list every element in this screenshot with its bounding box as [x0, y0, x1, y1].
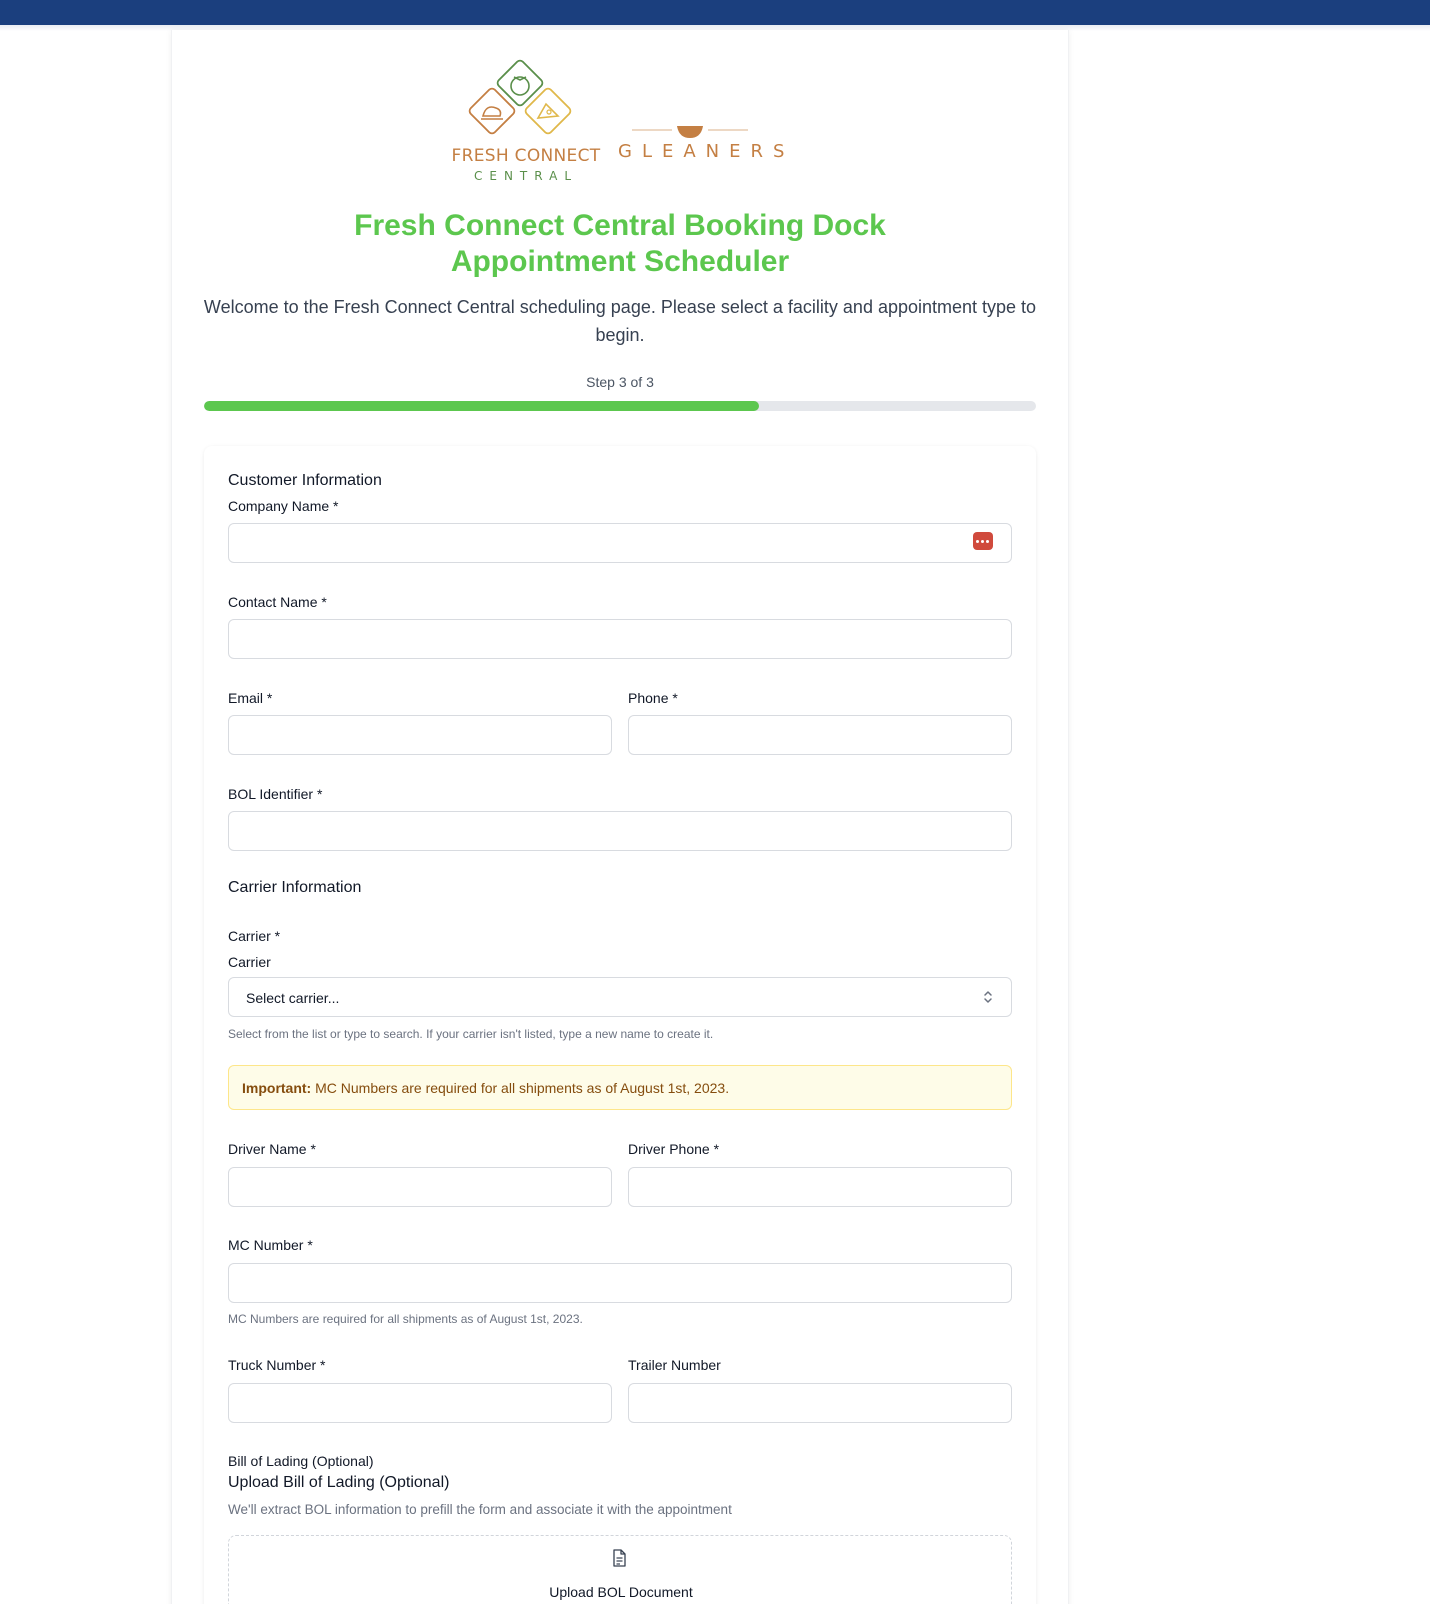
upload-bol-dropzone[interactable]: Upload BOL Document: [228, 1535, 1012, 1604]
carrier-select-value: Select carrier...: [246, 990, 340, 1006]
upload-bol-help-text: We'll extract BOL information to prefill…: [228, 1502, 732, 1517]
email-input[interactable]: [228, 715, 612, 755]
company-name-label: Company Name *: [228, 498, 339, 514]
truck-number-label: Truck Number *: [228, 1357, 326, 1373]
document-icon: [613, 1549, 626, 1567]
contact-name-label: Contact Name *: [228, 594, 327, 610]
progress-bar-fill: [204, 401, 759, 411]
bol-identifier-input[interactable]: [228, 811, 1012, 851]
upload-bol-button-label: Upload BOL Document: [549, 1584, 693, 1600]
carrier-label: Carrier: [228, 954, 271, 970]
step-indicator: Step 3 of 3: [586, 374, 654, 390]
logo-graphic-icon: [468, 59, 748, 138]
contact-name-input[interactable]: [228, 619, 1012, 659]
customer-information-heading: Customer Information: [228, 472, 382, 489]
mc-number-input[interactable]: [228, 1263, 1012, 1303]
company-name-input[interactable]: [228, 523, 1012, 563]
trailer-number-input[interactable]: [628, 1383, 1012, 1423]
bol-identifier-label: BOL Identifier *: [228, 786, 323, 802]
carrier-select[interactable]: Select carrier...: [228, 977, 1012, 1017]
logo-fresh-connect-text: FRESH CONNECT: [451, 146, 601, 166]
logo-central-text: CENTRAL: [473, 169, 578, 183]
phone-input[interactable]: [628, 715, 1012, 755]
phone-label: Phone *: [628, 690, 678, 706]
password-manager-icon[interactable]: [973, 532, 993, 550]
logo-gleaners-text: GLEANERS: [618, 141, 795, 162]
page-subtitle: Welcome to the Fresh Connect Central sch…: [203, 297, 1037, 345]
page-title: Fresh Connect Central Booking Dock Appoi…: [354, 209, 886, 278]
carrier-required-label: Carrier *: [228, 928, 281, 944]
mc-number-alert: Important: MC Numbers are required for a…: [228, 1065, 1012, 1110]
email-label: Email *: [228, 690, 273, 706]
trailer-number-label: Trailer Number: [628, 1357, 721, 1373]
truck-number-input[interactable]: [228, 1383, 612, 1423]
driver-phone-label: Driver Phone *: [628, 1141, 720, 1157]
mc-number-label: MC Number *: [228, 1237, 313, 1253]
driver-name-input[interactable]: [228, 1167, 612, 1207]
fresh-connect-gleaners-logo: FRESH CONNECT CENTRAL GLEANERS: [446, 58, 796, 188]
driver-phone-input[interactable]: [628, 1167, 1012, 1207]
alert-text: MC Numbers are required for all shipment…: [311, 1080, 730, 1096]
carrier-information-heading: Carrier Information: [228, 879, 362, 896]
upload-bol-heading: Upload Bill of Lading (Optional): [228, 1474, 450, 1491]
top-navigation-bar: [0, 0, 1430, 25]
chevron-up-down-icon: [984, 991, 992, 1003]
carrier-help-text: Select from the list or type to search. …: [228, 1027, 714, 1041]
mc-number-help-text: MC Numbers are required for all shipment…: [228, 1312, 583, 1326]
driver-name-label: Driver Name *: [228, 1141, 316, 1157]
progress-bar: [204, 401, 1036, 411]
bill-of-lading-label: Bill of Lading (Optional): [228, 1453, 374, 1469]
alert-strong-text: Important:: [242, 1080, 312, 1096]
